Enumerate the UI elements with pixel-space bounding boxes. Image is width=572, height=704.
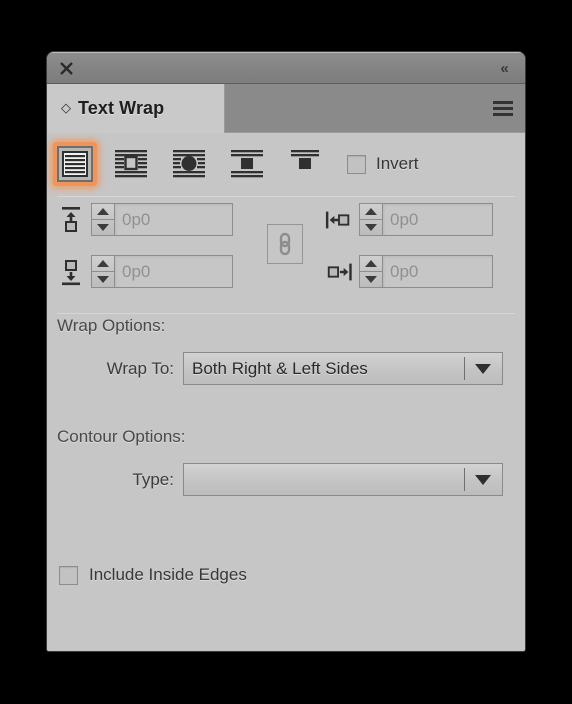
offset-right-field: 0p0 (325, 255, 493, 288)
hamburger-menu-icon[interactable] (493, 101, 513, 116)
contour-type-row: Type: (47, 463, 525, 496)
offset-right-increase[interactable] (360, 256, 382, 272)
offset-left-decrease[interactable] (360, 220, 382, 235)
wrap-object-shape-icon (173, 150, 205, 178)
wrap-options-section: Wrap Options: Wrap To: Both Right & Left… (47, 316, 525, 385)
offset-right-stepper[interactable] (359, 255, 383, 288)
offset-bottom-icon (57, 257, 85, 287)
offset-bottom-input[interactable]: 0p0 (115, 255, 233, 288)
panel-title-bar[interactable]: « (47, 52, 525, 84)
tab-label: Text Wrap (78, 98, 165, 118)
offset-left-stepper[interactable] (359, 203, 383, 236)
contour-type-label: Type: (132, 469, 174, 489)
offset-bottom-decrease[interactable] (92, 272, 114, 287)
tab-text-wrap[interactable]: ◇ Text Wrap (47, 84, 225, 133)
select-separator (464, 357, 465, 380)
offset-top-increase[interactable] (92, 204, 114, 220)
double-chevron-left-icon[interactable]: « (493, 59, 515, 77)
offset-top-decrease[interactable] (92, 220, 114, 235)
chevron-down-icon (475, 474, 491, 485)
offset-bottom-increase[interactable] (92, 256, 114, 272)
offset-left-field: 0p0 (325, 203, 493, 236)
diamond-icon: ◇ (61, 100, 71, 115)
menu-bar-3 (493, 113, 513, 116)
wrap-mode-no-text-wrap-button[interactable] (53, 142, 97, 186)
wrap-mode-row: Invert (47, 133, 525, 196)
text-wrap-panel-window: « ◇ Text Wrap Invert 0p0 0p0 0p0 0p0 Wra… (47, 52, 525, 651)
offset-bottom-stepper[interactable] (91, 255, 115, 288)
offset-right-icon (325, 257, 353, 287)
offset-bottom-field: 0p0 (57, 255, 233, 288)
wrap-options-heading: Wrap Options: (57, 316, 166, 335)
wrap-to-value: Both Right & Left Sides (192, 358, 368, 378)
invert-checkbox-box[interactable] (347, 154, 366, 174)
offset-top-icon (57, 205, 85, 235)
wrap-to-label: Wrap To: (106, 358, 174, 378)
include-inside-edges-checkbox-box[interactable] (59, 565, 78, 585)
select-separator (464, 468, 465, 491)
wrap-mode-bounding-box-button[interactable] (109, 142, 153, 186)
offset-fields-row: 0p0 0p0 0p0 0p0 (47, 197, 525, 313)
wrap-bounding-box-icon (115, 150, 147, 178)
offset-right-decrease[interactable] (360, 272, 382, 287)
divider-2 (57, 313, 515, 314)
include-inside-edges-checkbox[interactable]: Include Inside Edges (59, 565, 247, 585)
wrap-mode-object-shape-button[interactable] (167, 142, 211, 186)
wrap-mode-jump-next-column-button[interactable] (283, 142, 327, 186)
contour-type-select[interactable] (183, 463, 503, 496)
panel-tab-strip: ◇ Text Wrap (47, 84, 525, 133)
offset-left-icon (325, 205, 353, 235)
offset-top-field: 0p0 (57, 203, 233, 236)
offset-left-increase[interactable] (360, 204, 382, 220)
wrap-to-select[interactable]: Both Right & Left Sides (183, 352, 503, 385)
invert-label: Invert (376, 154, 419, 173)
include-inside-edges-label: Include Inside Edges (89, 565, 247, 584)
offset-right-input[interactable]: 0p0 (383, 255, 493, 288)
offset-left-input[interactable]: 0p0 (383, 203, 493, 236)
contour-options-section: Contour Options: Type: (47, 427, 525, 496)
menu-bar-2 (493, 107, 513, 110)
offset-top-input[interactable]: 0p0 (115, 203, 233, 236)
menu-bar-1 (493, 101, 513, 104)
wrap-to-row: Wrap To: Both Right & Left Sides (47, 352, 525, 385)
chevron-down-icon (475, 363, 491, 374)
invert-checkbox[interactable]: Invert (347, 154, 419, 174)
chain-link-icon[interactable] (267, 224, 303, 264)
wrap-mode-jump-object-button[interactable] (225, 142, 269, 186)
panel-body: Invert 0p0 0p0 0p0 0p0 Wrap Options: Wra… (47, 133, 525, 651)
jump-next-column-icon (291, 150, 319, 169)
jump-object-icon (231, 150, 263, 178)
contour-options-heading: Contour Options: (57, 427, 186, 446)
no-text-wrap-icon (57, 146, 93, 182)
offset-top-stepper[interactable] (91, 203, 115, 236)
close-icon[interactable] (56, 58, 76, 78)
